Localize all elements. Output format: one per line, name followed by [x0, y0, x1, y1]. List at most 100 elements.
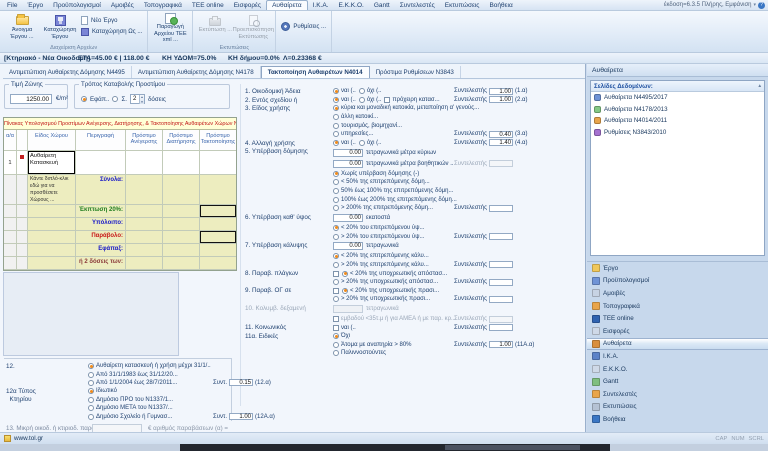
data-page-item[interactable]: Ρυθμίσεις Ν3843/2010	[591, 127, 764, 139]
coef-input[interactable]: 1.40	[489, 139, 513, 146]
website-link[interactable]: www.tol.gr	[14, 435, 43, 442]
nav-item-Προϋπολογισμοί[interactable]: Προϋπολογισμοί	[587, 275, 768, 288]
radio-button[interactable]	[88, 372, 94, 378]
lump-sum-radio[interactable]	[81, 96, 87, 102]
coef-input[interactable]: 1.00	[229, 413, 253, 420]
checkbox[interactable]	[384, 97, 390, 103]
sum-value-cell[interactable]	[200, 205, 236, 218]
nav-item-Ε.Κ.Κ.Ο.[interactable]: Ε.Κ.Κ.Ο.	[587, 363, 768, 376]
radio-button[interactable]	[333, 296, 339, 302]
nav-item-Αμοιβές[interactable]: Αμοιβές	[587, 287, 768, 300]
generate-xml-button[interactable]: Παραγωγή Αρχείου ΤΕΕ xml ...	[151, 12, 189, 44]
settings-button[interactable]: Ρυθμίσεις ...	[279, 22, 328, 31]
radio-button[interactable]	[333, 188, 339, 194]
sum-value-cell[interactable]	[200, 257, 236, 270]
ribbon-tab[interactable]: Gantt	[369, 0, 395, 10]
nav-item-Εισφορές[interactable]: Εισφορές	[587, 325, 768, 338]
nav-item-Εκτυπώσεις[interactable]: Εκτυπώσεις	[587, 401, 768, 414]
coef-input[interactable]	[489, 316, 513, 323]
data-page-item[interactable]: Αυθαίρετα Ν4495/2017	[591, 92, 764, 104]
radio-button[interactable]	[88, 363, 94, 369]
coef-input[interactable]: 1.00	[489, 341, 513, 348]
space-kind-cell[interactable]: Αυθαίρετη Κατασκευή	[28, 151, 76, 175]
radio-button[interactable]	[88, 397, 94, 403]
coef-input[interactable]	[489, 261, 513, 268]
chevron-down-icon[interactable]: ▾	[753, 2, 756, 8]
radio-button[interactable]	[333, 179, 339, 185]
data-page-item[interactable]: Αυθαίρετα Ν4178/2013	[591, 104, 764, 116]
radio-button[interactable]	[333, 253, 339, 259]
radio-button[interactable]	[333, 350, 339, 356]
document-tab[interactable]: Τακτοποίηση Αυθαιρέτων Ν4014	[261, 66, 370, 78]
radio-button[interactable]	[88, 380, 94, 386]
save-as-button[interactable]: Καταχώρηση Ως ...	[79, 28, 144, 36]
radio-button[interactable]	[333, 205, 339, 211]
ribbon-tab[interactable]: Αυθαίρετα	[266, 0, 308, 10]
ribbon-tab[interactable]: Έργο	[22, 0, 48, 10]
nav-item-ΤΕΕ online[interactable]: ΤΕΕ online	[587, 312, 768, 325]
radio-button[interactable]	[333, 131, 339, 137]
nav-item-Τοπογραφικά[interactable]: Τοπογραφικά	[587, 300, 768, 313]
ribbon-tab[interactable]: Βοήθεια	[484, 0, 517, 10]
checkbox[interactable]	[333, 316, 339, 322]
document-tab[interactable]: Αντιμετώπιση Αυθαίρετης Δόμησης Ν4495	[3, 66, 132, 78]
radio-button[interactable]	[342, 288, 348, 294]
register-project-button[interactable]: Καταχώρηση Έργου	[41, 12, 79, 44]
nav-item-Ι.Κ.Α.[interactable]: Ι.Κ.Α.	[587, 350, 768, 363]
print-button[interactable]: Εκτύπωση ...	[196, 12, 234, 44]
data-page-item[interactable]: Αυθαίρετα Ν4014/2011	[591, 115, 764, 127]
radio-button[interactable]	[333, 342, 339, 348]
taskbar-active-window[interactable]	[445, 445, 580, 450]
coef-input[interactable]	[489, 296, 513, 303]
coef-input[interactable]	[489, 160, 513, 167]
value-input[interactable]: 0.00	[333, 149, 363, 157]
checkbox[interactable]	[333, 325, 339, 331]
radio-button[interactable]	[359, 140, 365, 146]
radio-button[interactable]	[333, 97, 339, 103]
description-cell[interactable]	[76, 151, 126, 175]
document-tab[interactable]: Αντιμετώπιση Αυθαίρετης Δόμησης Ν4178	[132, 66, 261, 78]
ribbon-tab[interactable]: Προϋπολογισμοί	[48, 0, 106, 10]
nav-item-Αυθαίρετα[interactable]: Αυθαίρετα	[587, 338, 768, 351]
help-icon[interactable]: ?	[758, 2, 765, 9]
sum-value-cell[interactable]	[200, 231, 236, 244]
radio-button[interactable]	[333, 140, 339, 146]
radio-button[interactable]	[359, 97, 365, 103]
value-input[interactable]	[333, 305, 363, 313]
value-input[interactable]: 0.00	[333, 160, 363, 168]
radio-button[interactable]	[342, 271, 348, 277]
radio-button[interactable]	[359, 88, 365, 94]
radio-button[interactable]	[333, 333, 339, 339]
stepper-arrows-icon[interactable]: ▴▾	[139, 95, 144, 104]
open-project-button[interactable]: Άνοιγμα Έργου ...	[3, 12, 41, 44]
data-pages-header[interactable]: Σελίδες Δεδομένων: ▴	[591, 81, 764, 92]
ribbon-tab[interactable]: Αμοιβές	[106, 0, 139, 10]
radio-button[interactable]	[88, 388, 94, 394]
nav-item-Gantt[interactable]: Gantt	[587, 375, 768, 388]
radio-button[interactable]	[333, 114, 339, 120]
retention-penalty-cell[interactable]	[163, 151, 200, 175]
radio-button[interactable]	[333, 225, 339, 231]
coef-input[interactable]	[489, 233, 513, 240]
radio-button[interactable]	[333, 197, 339, 203]
radio-button[interactable]	[88, 405, 94, 411]
coef-input[interactable]: 0.15	[229, 379, 253, 386]
nav-item-Έργο[interactable]: Έργο	[587, 262, 768, 275]
new-project-button[interactable]: Νέο Έργο	[79, 16, 144, 25]
sum-value-cell[interactable]	[200, 244, 236, 257]
ribbon-tab[interactable]: ΤΕΕ online	[187, 0, 229, 10]
add-spaces-hint-cell[interactable]: Κάντε διπλό-κλικ εδώ για να προσθέσετε Χ…	[28, 175, 76, 205]
radio-button[interactable]	[333, 105, 339, 111]
nav-item-Βοήθεια[interactable]: Βοήθεια	[587, 413, 768, 426]
ribbon-tab[interactable]: Ι.Κ.Α.	[308, 0, 334, 10]
erection-penalty-cell[interactable]	[126, 151, 163, 175]
coef-input[interactable]	[489, 324, 513, 331]
checkbox[interactable]	[333, 288, 339, 294]
document-tab[interactable]: Πρόστιμα Ρυθμίσεων Ν3843	[370, 66, 461, 78]
radio-button[interactable]	[333, 262, 339, 268]
ribbon-tab[interactable]: Τοπογραφικά	[139, 0, 187, 10]
radio-button[interactable]	[333, 88, 339, 94]
installments-stepper[interactable]: 2▴▾	[130, 94, 145, 104]
settlement-penalty-cell[interactable]	[200, 151, 236, 175]
value-input[interactable]: 0.00	[333, 214, 363, 222]
